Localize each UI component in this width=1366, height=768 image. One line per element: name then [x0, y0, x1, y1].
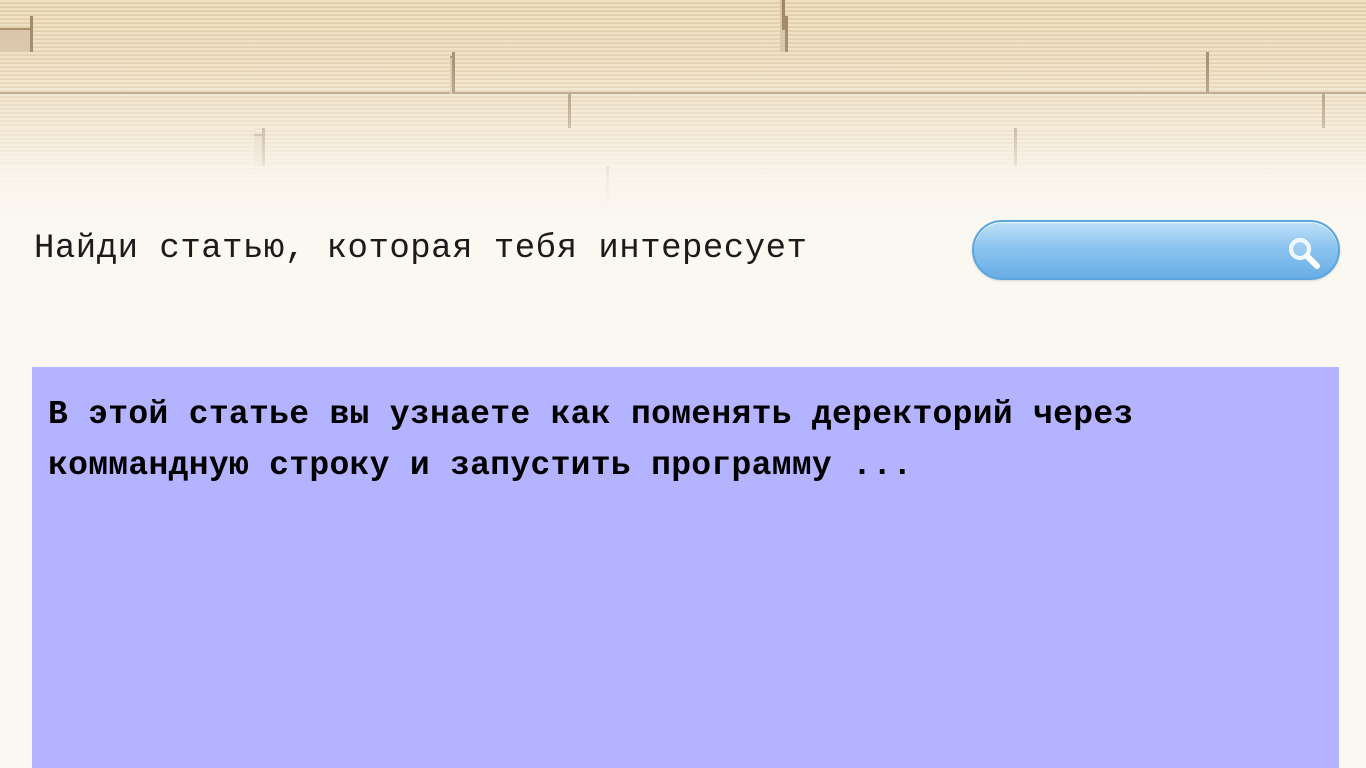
article-card[interactable]: В этой статье вы узнаете как поменять де… — [32, 367, 1339, 768]
page: Найди статью, которая тебя интересует В … — [0, 0, 1366, 768]
search-input[interactable] — [990, 232, 1284, 272]
search-prompt-label: Найди статью, которая тебя интересует — [34, 230, 808, 268]
books-header-image — [0, 0, 1366, 215]
article-excerpt: В этой статье вы узнаете как поменять де… — [48, 396, 1134, 484]
search-box[interactable] — [972, 220, 1340, 280]
search-icon[interactable] — [1286, 235, 1322, 271]
